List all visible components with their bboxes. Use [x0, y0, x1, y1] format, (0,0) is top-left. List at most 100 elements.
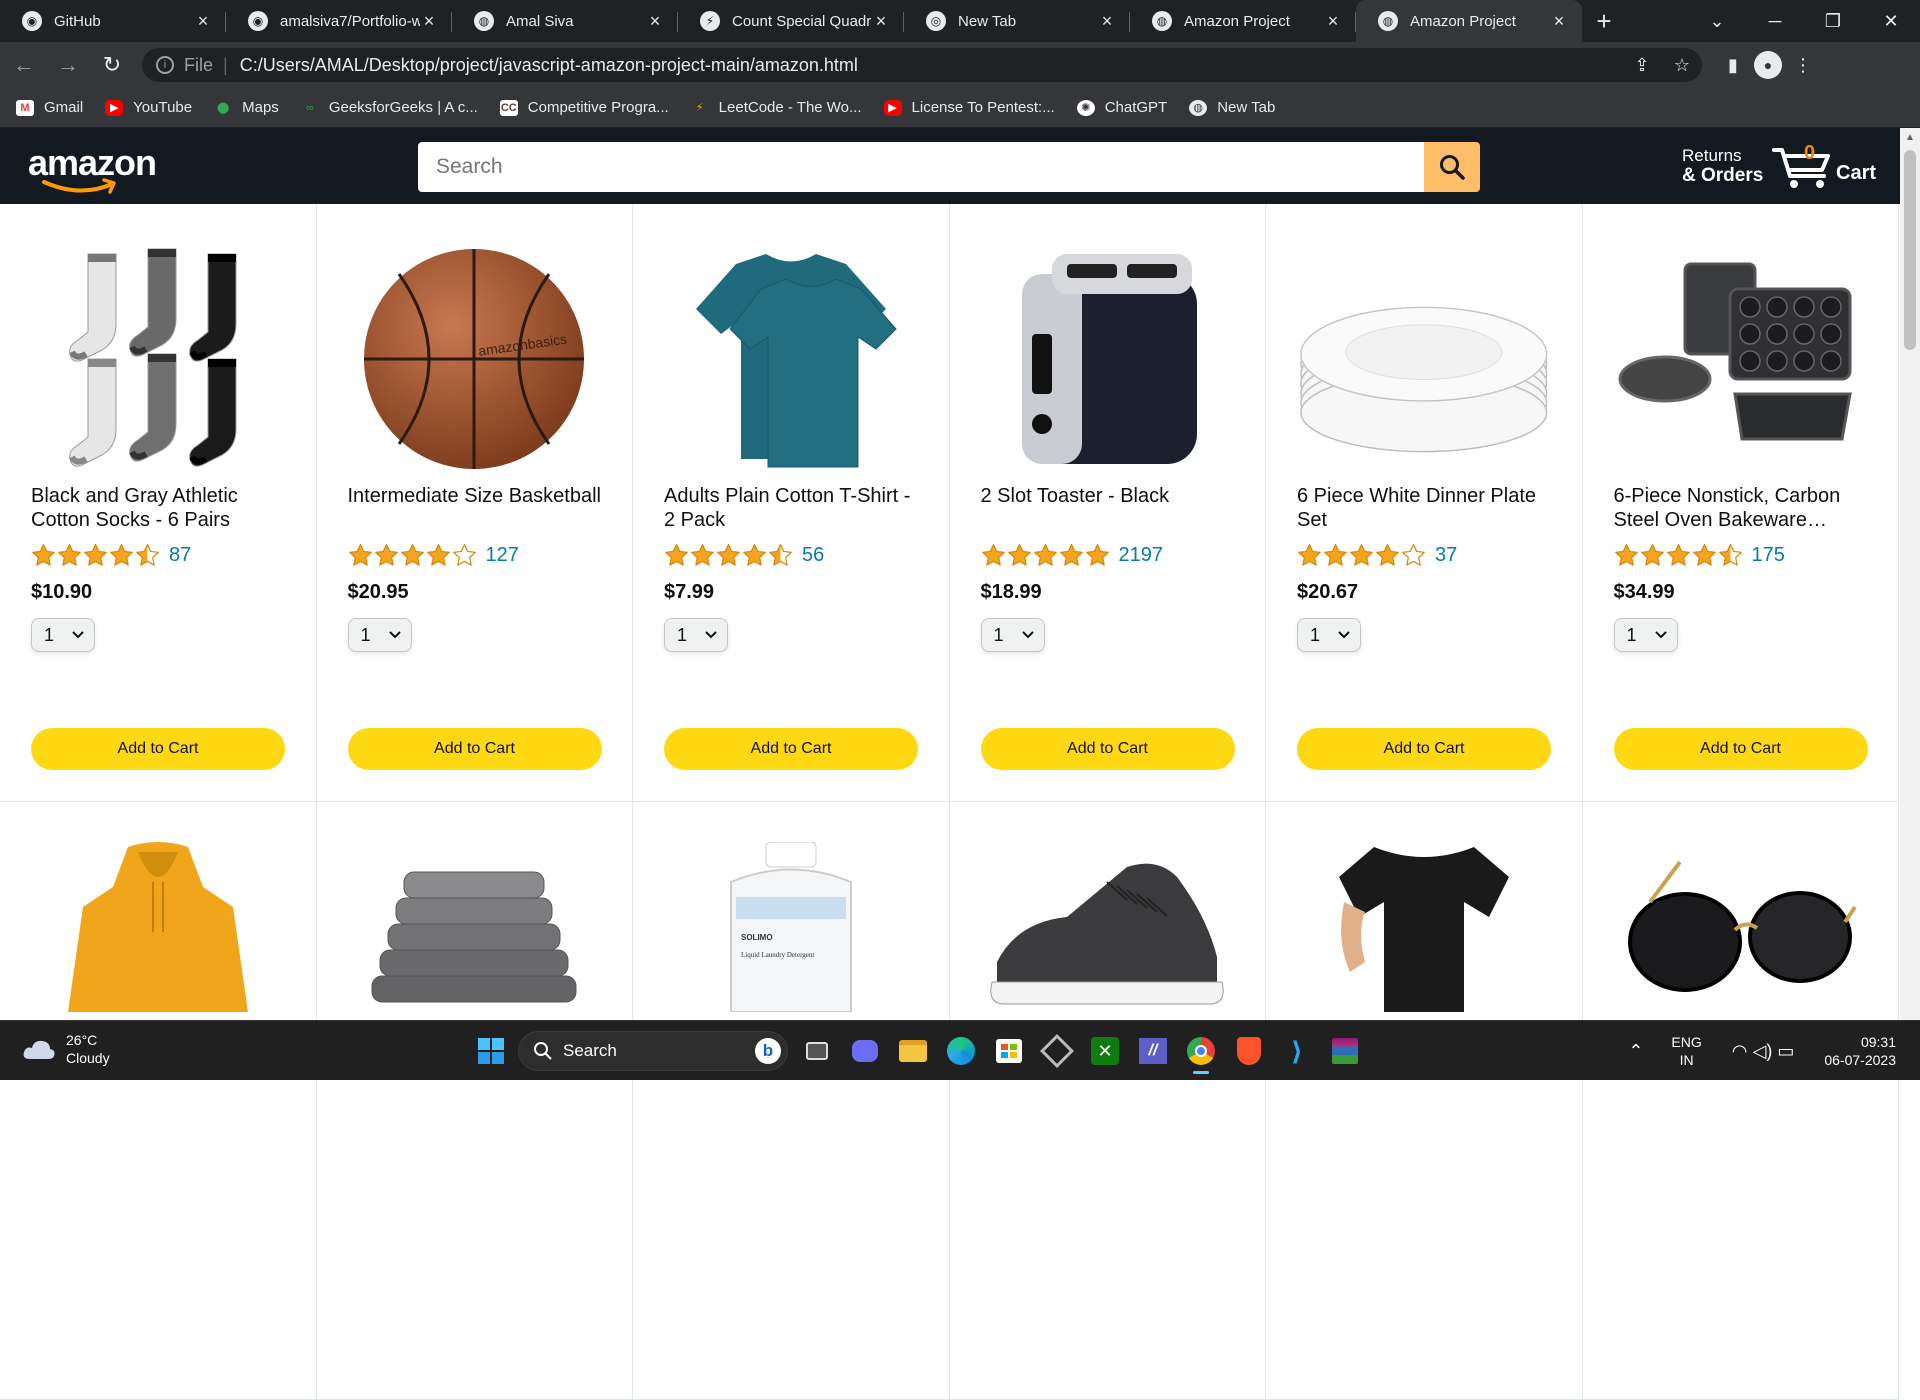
- product-image-plates[interactable]: [1297, 244, 1551, 474]
- quantity-select[interactable]: 1: [664, 618, 728, 652]
- add-to-cart-button[interactable]: Add to Cart: [347, 728, 602, 770]
- back-button[interactable]: ←: [4, 45, 44, 85]
- clock[interactable]: 09:31 06-07-2023: [1824, 1033, 1896, 1069]
- chevron-down-icon: [1338, 631, 1350, 639]
- product-price: $20.95: [347, 581, 409, 603]
- add-to-cart-button[interactable]: Add to Cart: [31, 728, 285, 770]
- bookmark-item[interactable]: ▶ License To Pentest:...: [883, 99, 1055, 116]
- restore-button[interactable]: ❐: [1804, 0, 1862, 42]
- product-image-socks[interactable]: [31, 244, 285, 474]
- bookmark-item[interactable]: ▶ YouTube: [105, 99, 192, 116]
- product-image-hoodie[interactable]: [31, 842, 285, 1022]
- tab-close-icon[interactable]: ×: [872, 11, 890, 32]
- edge-icon[interactable]: [940, 1030, 982, 1072]
- quantity-select[interactable]: 1: [1613, 618, 1678, 652]
- tab-close-icon[interactable]: ×: [1550, 11, 1568, 32]
- minimize-button[interactable]: ─: [1746, 0, 1804, 42]
- add-to-cart-button[interactable]: Add to Cart: [664, 728, 918, 770]
- add-to-cart-button[interactable]: Add to Cart: [980, 728, 1235, 770]
- browser-tab[interactable]: ◎ New Tab ×: [904, 0, 1130, 42]
- product-image-detergent[interactable]: SOLIMO Liquid Laundry Detergent: [664, 842, 918, 1022]
- quantity-select[interactable]: 1: [347, 618, 412, 652]
- tab-close-icon[interactable]: ×: [646, 11, 664, 32]
- language-indicator[interactable]: ENG IN: [1671, 1033, 1701, 1069]
- teams-chat-icon[interactable]: [844, 1030, 886, 1072]
- new-tab-button[interactable]: +: [1582, 0, 1626, 42]
- browser-tab[interactable]: ◍ Amal Siva ×: [452, 0, 678, 42]
- browser-tab[interactable]: ◍ Amazon Project ×: [1356, 0, 1582, 42]
- product-image-shirt[interactable]: [1297, 842, 1551, 1022]
- tab-close-icon[interactable]: ×: [1324, 11, 1342, 32]
- rating-count[interactable]: 175: [1752, 544, 1785, 567]
- tab-search-icon[interactable]: ⌄: [1688, 0, 1746, 42]
- taskbar-search[interactable]: Search b: [518, 1031, 788, 1071]
- add-to-cart-button[interactable]: Add to Cart: [1613, 728, 1868, 770]
- quantity-select[interactable]: 1: [1297, 618, 1361, 652]
- rating-count[interactable]: 37: [1435, 544, 1457, 567]
- wifi-volume-battery-icons[interactable]: ◠ ◁) ▭: [1732, 1041, 1795, 1062]
- product-image-towels[interactable]: [348, 842, 602, 1022]
- start-button[interactable]: [470, 1030, 512, 1072]
- star-icon: [1085, 543, 1109, 566]
- menu-kebab-icon[interactable]: ⋮: [1782, 55, 1824, 76]
- bookmark-item[interactable]: ∞ GeeksforGeeks | A c...: [301, 99, 478, 116]
- weather-widget[interactable]: 26°C Cloudy: [22, 1031, 110, 1067]
- product-image-bakeware[interactable]: [1614, 244, 1868, 474]
- bookmark-star-icon[interactable]: ☆: [1662, 55, 1702, 76]
- tab-close-icon[interactable]: ×: [194, 11, 212, 32]
- product-image-sunglasses[interactable]: [1614, 842, 1868, 1022]
- page-scrollbar[interactable]: ▲: [1900, 128, 1920, 1020]
- task-view-icon[interactable]: [796, 1030, 838, 1072]
- rating-count[interactable]: 87: [169, 544, 191, 567]
- winrar-icon[interactable]: [1324, 1030, 1366, 1072]
- quantity-select[interactable]: 1: [980, 618, 1045, 652]
- product-image-basketball[interactable]: amazonbasics: [348, 244, 602, 474]
- tab-close-icon[interactable]: ×: [1098, 11, 1116, 32]
- file-explorer-icon[interactable]: [892, 1030, 934, 1072]
- scroll-up-icon[interactable]: ▲: [1904, 132, 1916, 144]
- info-icon[interactable]: i: [156, 56, 174, 74]
- bookmark-item[interactable]: ◍ New Tab: [1189, 99, 1275, 116]
- close-window-button[interactable]: ✕: [1862, 0, 1920, 42]
- browser-tab[interactable]: ◉ amalsiva7/Portfolio-w ×: [226, 0, 452, 42]
- xbox-icon[interactable]: ✕: [1084, 1030, 1126, 1072]
- bookmark-item[interactable]: ⚡ LeetCode - The Wo...: [691, 99, 862, 116]
- unity-icon[interactable]: [1036, 1030, 1078, 1072]
- bookmark-item[interactable]: ✺ ChatGPT: [1076, 99, 1167, 116]
- product-image-tshirt[interactable]: [664, 244, 918, 474]
- ms-store-icon[interactable]: [988, 1030, 1030, 1072]
- bookmark-item[interactable]: CC Competitive Progra...: [499, 99, 669, 116]
- hidden-icons-chevron-icon[interactable]: ⌃: [1628, 1041, 1643, 1062]
- browser-tab[interactable]: ◍ Amazon Project ×: [1130, 0, 1356, 42]
- chrome-taskbar-icon[interactable]: [1180, 1030, 1222, 1074]
- bookmark-item[interactable]: M Gmail: [16, 99, 83, 116]
- url-text[interactable]: C:/Users/AMAL/Desktop/project/javascript…: [240, 55, 1622, 76]
- search-button[interactable]: [1424, 142, 1480, 192]
- product-image-toaster[interactable]: [981, 244, 1235, 474]
- returns-orders-link[interactable]: Returns & Orders: [1682, 146, 1763, 186]
- brave-icon[interactable]: [1228, 1030, 1270, 1072]
- address-bar[interactable]: i File | C:/Users/AMAL/Desktop/project/j…: [142, 48, 1702, 82]
- github-icon: ◉: [248, 11, 268, 31]
- add-to-cart-button[interactable]: Add to Cart: [1297, 728, 1551, 770]
- maps-app-icon[interactable]: //: [1132, 1030, 1174, 1072]
- browser-tab[interactable]: ⚡ Count Special Quadru ×: [678, 0, 904, 42]
- search-input[interactable]: [418, 142, 1424, 192]
- vscode-icon[interactable]: ⟩: [1276, 1030, 1318, 1072]
- share-icon[interactable]: ⇪: [1622, 55, 1662, 76]
- quantity-select[interactable]: 1: [31, 618, 95, 652]
- browser-tab[interactable]: ◉ GitHub ×: [0, 0, 226, 42]
- product-image-shoe[interactable]: [981, 842, 1235, 1022]
- scroll-thumb[interactable]: [1904, 150, 1916, 350]
- tab-close-icon[interactable]: ×: [420, 11, 438, 32]
- rating-count[interactable]: 2197: [1119, 544, 1164, 567]
- reload-button[interactable]: ↻: [92, 45, 132, 85]
- rating-count[interactable]: 56: [802, 544, 824, 567]
- rating-count[interactable]: 127: [486, 544, 519, 567]
- cart-link[interactable]: 0 Cart: [1772, 142, 1902, 192]
- bookmark-item[interactable]: ⬤ Maps: [214, 99, 279, 116]
- side-panel-icon[interactable]: ▮: [1712, 55, 1754, 76]
- forward-button[interactable]: →: [48, 45, 88, 85]
- tab-label: Amal Siva: [506, 12, 574, 30]
- profile-avatar[interactable]: ●: [1754, 51, 1782, 79]
